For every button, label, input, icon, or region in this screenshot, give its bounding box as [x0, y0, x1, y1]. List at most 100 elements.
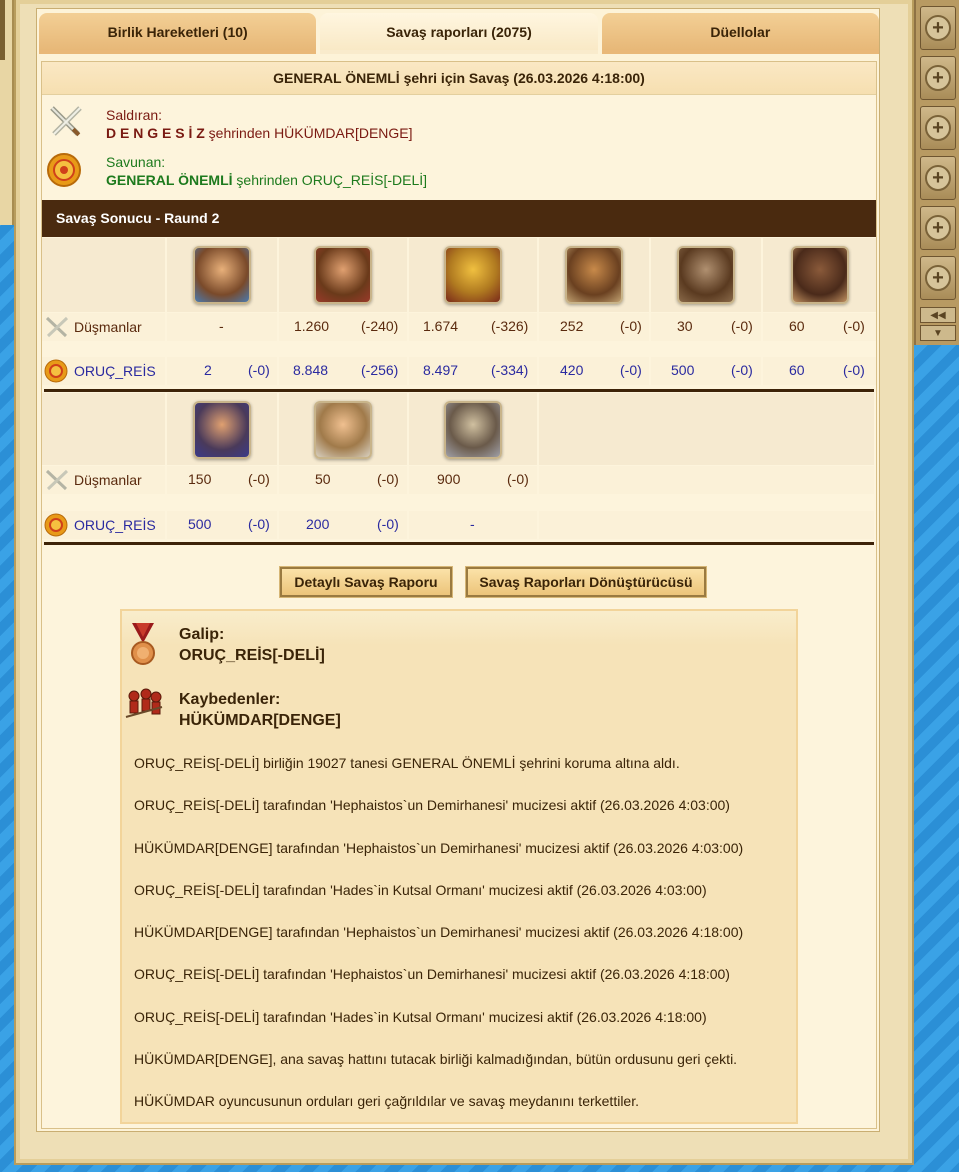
defender-count: 8.497 [423, 362, 459, 378]
defender-player-label[interactable]: ORUÇ_REİS [74, 517, 156, 533]
enemy-label: Düşmanlar [74, 472, 142, 488]
defender-loss: (-0) [843, 362, 865, 378]
defender-label: Savunan: [106, 154, 166, 170]
defender-player-label[interactable]: ORUÇ_REİS [74, 363, 156, 379]
summary-message: HÜKÜMDAR oyuncusunun orduları geri çağrı… [134, 1093, 639, 1109]
scroll-up-icon[interactable]: ◀◀ [920, 307, 956, 323]
detailed-report-button[interactable]: Detaylı Savaş Raporu [280, 567, 452, 597]
unit-cell [279, 393, 409, 465]
attacker-line: D E N G E S İ Z şehrinden HÜKÜMDAR[DENGE… [106, 124, 413, 142]
defender-count: - [470, 516, 475, 532]
summary-message: ORUÇ_REİS[-DELİ] birliğin 19027 tanesi G… [134, 755, 680, 771]
unit-swordsman-icon[interactable] [314, 246, 372, 304]
report-converter-button[interactable]: Savaş Raporları Dönüştürücüsü [466, 567, 706, 597]
report-title: GENERAL ÖNEMLİ şehri için Savaş (26.03.2… [42, 62, 876, 95]
plus-icon: + [925, 215, 951, 241]
summary-message: ORUÇ_REİS[-DELİ] tarafından 'Hades`in Ku… [134, 882, 707, 898]
attacker-label: Saldıran: [106, 107, 163, 123]
enemy-count: 252 [560, 318, 584, 334]
unit-ram-icon[interactable] [790, 246, 849, 304]
plus-icon: + [925, 15, 951, 41]
summary-message: ORUÇ_REİS[-DELİ] tarafından 'Hephaistos`… [134, 797, 730, 813]
attacker-city-link[interactable]: D E N G E S İ Z [106, 125, 205, 141]
tab-troop-movements[interactable]: Birlik Hareketleri (10) [39, 13, 317, 54]
plus-icon: + [925, 165, 951, 191]
defender-count: 500 [188, 516, 212, 532]
defender-city-link[interactable]: GENERAL ÖNEMLİ [106, 172, 233, 188]
shield-icon [44, 359, 68, 383]
right-sidebar: + + + + + + ◀◀ ▼ [914, 0, 959, 345]
winner-label: Galip: [179, 626, 225, 643]
window-inner: Birlik Hareketleri (10) Savaş raporları … [36, 8, 880, 1132]
summary-message: HÜKÜMDAR[DENGE] tarafından 'Hephaistos`u… [134, 840, 744, 856]
plus-icon: + [925, 115, 951, 141]
enemy-count: - [219, 318, 224, 334]
unit-images-row-1 [42, 238, 876, 312]
unit-horseman-icon[interactable] [193, 401, 251, 459]
row-divider [44, 389, 874, 392]
sidebar-add-button[interactable]: + [920, 56, 956, 100]
unit-cell [409, 238, 539, 312]
medal-icon [131, 623, 155, 665]
unit-slinger-icon[interactable] [193, 246, 251, 304]
unit-chariot-icon[interactable] [444, 401, 502, 459]
report-window: Birlik Hareketleri (10) Savaş raporları … [14, 0, 914, 1165]
left-frame [0, 0, 14, 225]
defender-count: 60 [789, 362, 805, 378]
enemy-count: 30 [677, 318, 693, 334]
defender-player[interactable]: şehrinden ORUÇ_REİS[-DELİ] [233, 172, 427, 188]
shield-icon [44, 513, 68, 537]
enemy-count: 150 [188, 471, 212, 487]
enemy-loss: (-0) [731, 318, 753, 334]
unit-archer-icon[interactable] [565, 246, 623, 304]
crossed-swords-icon [45, 469, 69, 491]
plus-icon: + [925, 65, 951, 91]
defender-line: GENERAL ÖNEMLİ şehrinden ORUÇ_REİS[-DELİ… [106, 171, 427, 189]
sidebar-add-button[interactable]: + [920, 206, 956, 250]
battle-summary: Galip: ORUÇ_REİS[-DELİ] Kaybedenler: HÜK… [120, 609, 798, 1124]
summary-message: ORUÇ_REİS[-DELİ] tarafından 'Hades`in Ku… [134, 1009, 707, 1025]
battle-result-header: Savaş Sonucu - Raund 2 [42, 200, 876, 237]
enemy-loss: (-0) [377, 471, 399, 487]
defender-loss: (-0) [377, 516, 399, 532]
defender-count: 500 [671, 362, 695, 378]
defender-count: 200 [306, 516, 330, 532]
enemy-loss: (-0) [843, 318, 865, 334]
defender-count: 2 [204, 362, 212, 378]
defender-loss: (-0) [248, 362, 270, 378]
unit-cell [279, 238, 409, 312]
defender-row-2: ORUÇ_REİS 500 (-0) 200 (-0) - [42, 511, 876, 539]
sidebar-add-button[interactable]: + [920, 6, 956, 50]
enemy-loss: (-0) [507, 471, 529, 487]
tab-battle-reports[interactable]: Savaş raporları (2075) [320, 13, 598, 54]
defender-count: 8.848 [293, 362, 329, 378]
scroll-down-icon[interactable]: ▼ [920, 325, 956, 341]
enemy-loss: (-240) [361, 318, 399, 334]
enemy-row-1: Düşmanlar - 1.260 (-240) 1.674 (-326) 252 (… [42, 313, 876, 341]
winner-name[interactable]: ORUÇ_REİS[-DELİ] [179, 646, 325, 666]
unit-cell [763, 238, 876, 312]
attacker-player[interactable]: şehrinden HÜKÜMDAR[DENGE] [205, 125, 413, 141]
defender-loss: (-256) [361, 362, 399, 378]
plus-icon: + [925, 265, 951, 291]
enemy-label: Düşmanlar [74, 319, 142, 335]
unit-priest-icon[interactable] [314, 401, 372, 459]
sidebar-add-button[interactable]: + [920, 156, 956, 200]
defender-loss: (-0) [248, 516, 270, 532]
loser-name[interactable]: HÜKÜMDAR[DENGE] [179, 711, 341, 731]
unit-hoplite-icon[interactable] [444, 246, 502, 304]
defender-loss: (-0) [620, 362, 642, 378]
defender-loss: (-0) [731, 362, 753, 378]
enemy-count: 900 [437, 471, 461, 487]
summary-message: ORUÇ_REİS[-DELİ] tarafından 'Hephaistos`… [134, 966, 730, 982]
unit-cell [539, 238, 651, 312]
unit-catapult-icon[interactable] [677, 246, 735, 304]
unit-cell [651, 238, 763, 312]
sidebar-add-button[interactable]: + [920, 256, 956, 300]
unit-cell [167, 238, 279, 312]
defender-loss: (-334) [491, 362, 529, 378]
defender-count: 420 [560, 362, 584, 378]
enemy-loss: (-0) [620, 318, 642, 334]
tab-duels[interactable]: Düellolar [601, 13, 879, 54]
sidebar-add-button[interactable]: + [920, 106, 956, 150]
